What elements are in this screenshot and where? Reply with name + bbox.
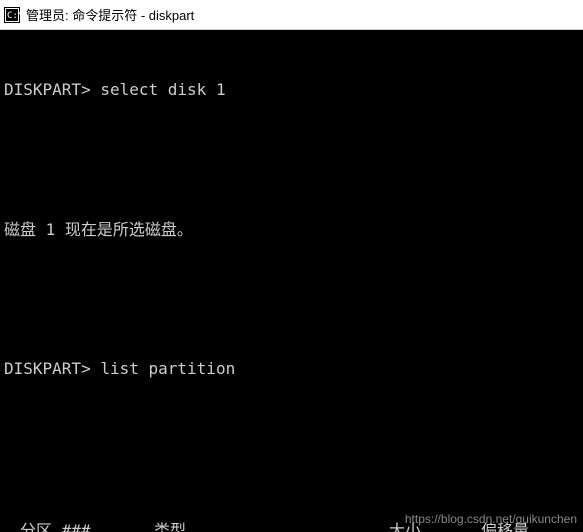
command-prompt-window: C:\ 管理员: 命令提示符 - diskpart DISKPART> sele… bbox=[0, 0, 583, 532]
cmd-icon: C:\ bbox=[4, 7, 20, 23]
watermark-text: https://blog.csdn.net/guikunchen bbox=[405, 511, 577, 528]
col-header-partition: 分区 ### bbox=[4, 519, 154, 532]
svg-text:C:\: C:\ bbox=[7, 11, 20, 21]
prompt: DISKPART> bbox=[4, 80, 91, 99]
col-header-type: 类型 bbox=[154, 519, 324, 532]
command-text: select disk 1 bbox=[100, 80, 225, 99]
response-line: 磁盘 1 现在是所选磁盘。 bbox=[4, 218, 579, 241]
blank-line bbox=[4, 148, 579, 171]
prompt: DISKPART> bbox=[4, 359, 91, 378]
blank-line bbox=[4, 287, 579, 310]
blank-line bbox=[4, 426, 579, 449]
window-title: 管理员: 命令提示符 - diskpart bbox=[26, 5, 194, 24]
command-text: list partition bbox=[100, 359, 235, 378]
terminal-area[interactable]: DISKPART> select disk 1 磁盘 1 现在是所选磁盘。 DI… bbox=[0, 30, 583, 532]
titlebar[interactable]: C:\ 管理员: 命令提示符 - diskpart bbox=[0, 0, 583, 30]
command-line: DISKPART> list partition bbox=[4, 357, 579, 380]
command-line: DISKPART> select disk 1 bbox=[4, 78, 579, 101]
